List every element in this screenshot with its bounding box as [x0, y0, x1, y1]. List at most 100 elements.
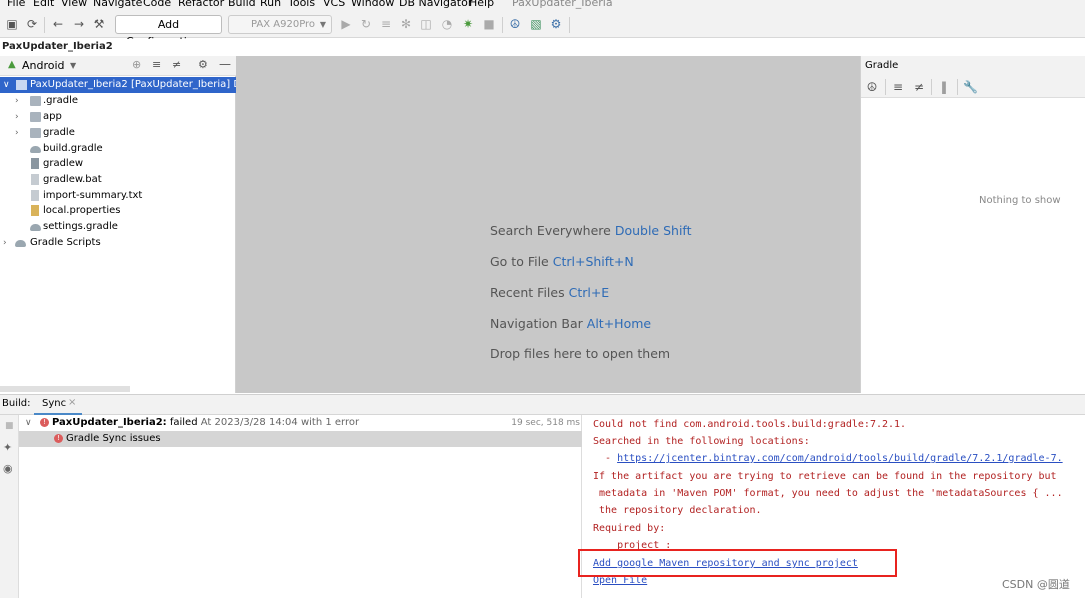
horizontal-scrollbar[interactable]: [0, 386, 130, 392]
chevron-down-icon[interactable]: ∨: [3, 77, 10, 93]
tree-item-label: gradle: [43, 127, 75, 138]
menu-view[interactable]: View: [61, 0, 87, 10]
menu-file[interactable]: File: [7, 0, 25, 10]
tree-root-label: PaxUpdater_Iberia2 [PaxUpdater_Iberia] D…: [30, 79, 248, 90]
view-selector-label[interactable]: Android: [22, 59, 65, 72]
toolbar-separator: [957, 79, 958, 95]
expand-all-icon[interactable]: ≡: [891, 80, 905, 94]
sync-gradle-icon[interactable]: ☮: [508, 17, 522, 31]
rerun-icon[interactable]: ↻: [359, 17, 373, 31]
chevron-down-icon: ▼: [319, 20, 326, 29]
console-line: Could not find com.android.tools.build:g…: [593, 419, 907, 430]
device-selector[interactable]: PAX A920Pro ▼: [228, 15, 332, 34]
tree-item[interactable]: gradlew.bat: [0, 172, 236, 188]
hint-text: Drop files here to open them: [490, 346, 671, 361]
save-icon[interactable]: ▣: [5, 17, 19, 31]
locate-icon[interactable]: ⊕: [132, 58, 141, 71]
forward-icon[interactable]: →: [72, 17, 86, 31]
back-icon[interactable]: ←: [51, 17, 65, 31]
menu-build[interactable]: Build: [228, 0, 256, 10]
menu-window[interactable]: Window: [351, 0, 394, 10]
tree-item-label: local.properties: [43, 205, 121, 216]
stop-icon[interactable]: ■: [482, 17, 496, 31]
chevron-right-icon[interactable]: ›: [15, 125, 19, 141]
menu-tools[interactable]: Tools: [288, 0, 315, 10]
tab-sync[interactable]: Sync ×: [34, 395, 82, 415]
menu-edit[interactable]: Edit: [33, 0, 54, 10]
device-name: PAX A920Pro: [251, 19, 316, 30]
hammer-icon[interactable]: ⚒: [92, 17, 106, 31]
console-location-prefix: -: [593, 453, 618, 464]
expand-all-icon[interactable]: ≡: [152, 58, 161, 71]
pin-icon[interactable]: ✦: [3, 441, 12, 454]
menu-vcs[interactable]: VCS: [323, 0, 345, 10]
sync-icon[interactable]: ⟳: [25, 17, 39, 31]
build-root-row[interactable]: ∨ ! PaxUpdater_Iberia2: failed At 2023/3/…: [19, 415, 582, 431]
window-title: PaxUpdater_Iberia: [512, 0, 613, 9]
bug-icon[interactable]: ✷: [461, 17, 475, 31]
chevron-down-icon[interactable]: ∨: [25, 415, 32, 431]
stop-icon[interactable]: ■: [5, 421, 14, 431]
text-file-icon: [31, 190, 39, 201]
gradle-toolbar: ☮ ≡ ≠ ‖ 🔧: [861, 76, 1085, 98]
properties-file-icon: [31, 205, 39, 216]
apply-changes-icon[interactable]: ≡: [379, 17, 393, 31]
chevron-right-icon[interactable]: ›: [15, 93, 19, 109]
build-detail: At 2023/3/28 14:04 with 1 error: [197, 417, 360, 428]
tree-item[interactable]: gradlew: [0, 156, 236, 172]
chevron-right-icon[interactable]: ›: [15, 109, 19, 125]
script-file-icon: [31, 158, 39, 169]
device-manager-icon[interactable]: ▧: [529, 17, 543, 31]
attach-debugger-icon[interactable]: ◫: [419, 17, 433, 31]
hint-shortcut: Ctrl+E: [568, 285, 610, 300]
collapse-all-icon[interactable]: ≠: [912, 80, 926, 94]
wrench-icon[interactable]: 🔧: [963, 80, 978, 94]
folder-icon: [30, 112, 41, 122]
build-issue-row[interactable]: ! Gradle Sync issues: [19, 431, 582, 447]
breadcrumb[interactable]: PaxUpdater_Iberia2: [0, 39, 1085, 55]
tree-item-gradle-scripts[interactable]: › Gradle Scripts: [0, 235, 236, 251]
menu-code[interactable]: Code: [143, 0, 171, 10]
tree-root-project[interactable]: ∨ PaxUpdater_Iberia2 [PaxUpdater_Iberia]…: [0, 77, 248, 93]
tree-item[interactable]: import-summary.txt: [0, 188, 236, 204]
hint-shortcut: Double Shift: [614, 223, 692, 238]
menu-navigate[interactable]: Navigate: [93, 0, 142, 10]
build-label: Build:: [2, 398, 31, 409]
hint-shortcut: Ctrl+Shift+N: [552, 254, 634, 269]
run-icon[interactable]: ▶: [339, 17, 353, 31]
collapse-all-icon[interactable]: ≠: [172, 58, 181, 71]
gradle-panel: Gradle ☮ ≡ ≠ ‖ 🔧 Nothing to show: [860, 56, 1085, 393]
eye-icon[interactable]: ◉: [3, 462, 13, 475]
menu-refactor[interactable]: Refactor: [178, 0, 224, 10]
tree-item[interactable]: local.properties: [0, 203, 236, 219]
toggle-offline-icon[interactable]: ‖: [937, 80, 951, 94]
tree-item[interactable]: › app: [0, 109, 236, 125]
tree-item[interactable]: build.gradle: [0, 141, 236, 157]
sdk-manager-icon[interactable]: ⚙: [549, 17, 563, 31]
error-icon: !: [40, 417, 49, 427]
menu-help[interactable]: Help: [469, 0, 494, 10]
profile-icon[interactable]: ◔: [440, 17, 454, 31]
minimize-icon[interactable]: —: [219, 57, 231, 71]
close-icon[interactable]: ×: [68, 397, 76, 408]
debug-icon[interactable]: ✻: [399, 17, 413, 31]
chevron-down-icon[interactable]: ▼: [70, 61, 76, 70]
tree-item-label: build.gradle: [43, 143, 103, 154]
gear-icon[interactable]: ⚙: [198, 58, 208, 71]
menu-run[interactable]: Run: [260, 0, 281, 10]
tree-item[interactable]: settings.gradle: [0, 219, 236, 235]
chevron-right-icon[interactable]: ›: [3, 235, 7, 251]
watermark: CSDN @圆道: [1002, 578, 1070, 591]
tree-item[interactable]: › gradle: [0, 125, 236, 141]
project-folder-icon: [16, 80, 27, 90]
build-project-name: PaxUpdater_Iberia2:: [52, 417, 167, 428]
add-configuration-button[interactable]: Add Configuration...: [115, 15, 222, 48]
hint-search-everywhere: Search Everywhere Double Shift: [490, 223, 692, 238]
build-side-toolbar: ■ ✦ ◉: [0, 415, 19, 598]
gradle-refresh-icon[interactable]: ☮: [865, 80, 879, 94]
location-link[interactable]: https://jcenter.bintray.com/com/android/…: [617, 453, 1063, 464]
tree-item[interactable]: › .gradle: [0, 93, 236, 109]
tree-item-label: import-summary.txt: [43, 190, 143, 201]
menu-db-navigator[interactable]: DB Navigator: [399, 0, 472, 10]
build-tabbar: Build: Sync ×: [0, 394, 1085, 415]
